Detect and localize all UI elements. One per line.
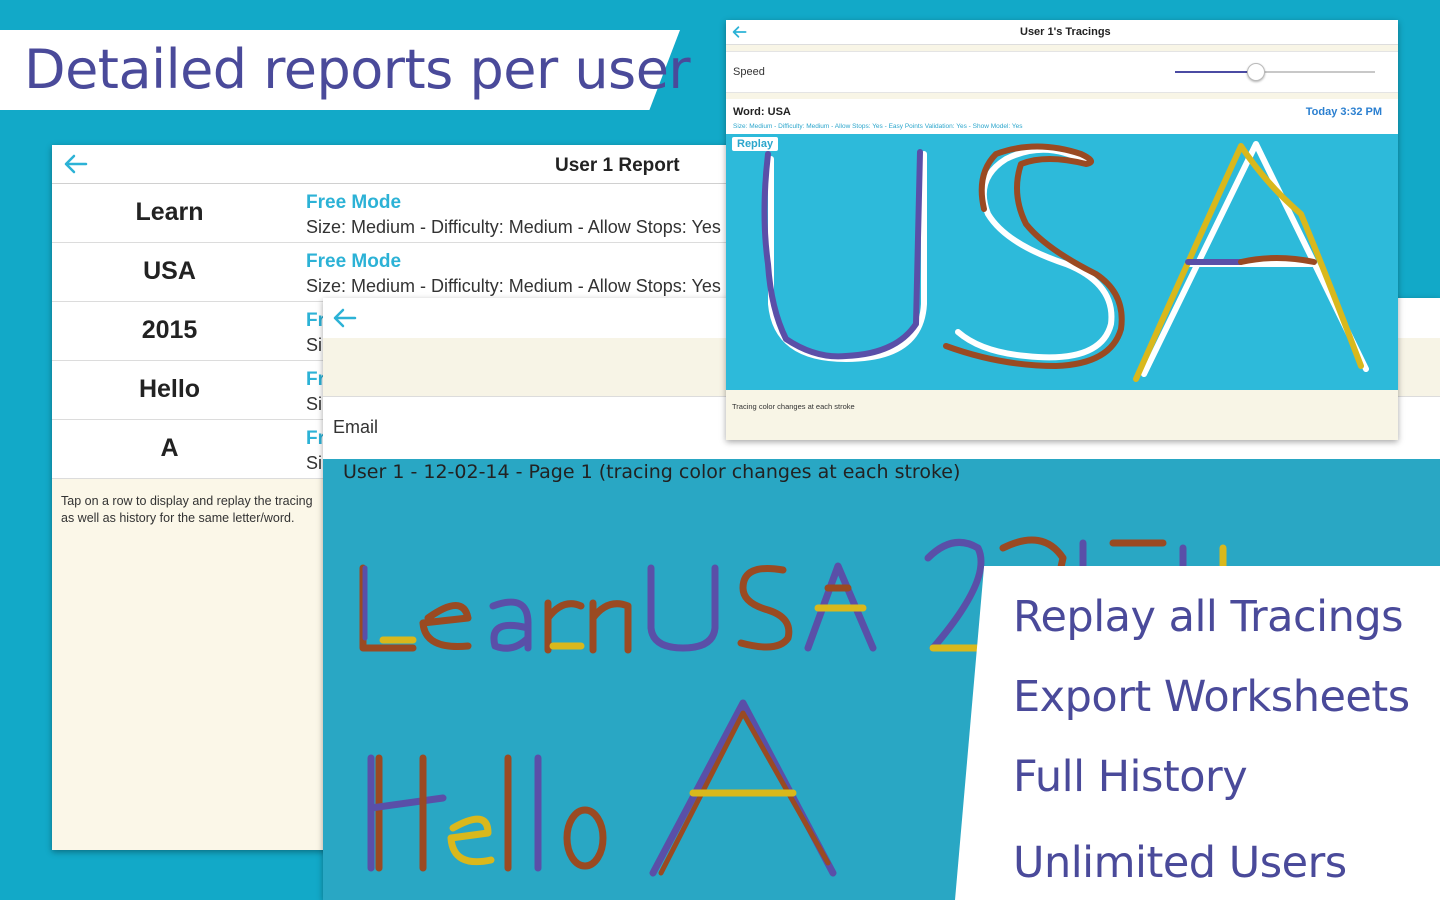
tracing-timestamp: Today 3:32 PM (1305, 106, 1382, 118)
row-settings: Si (306, 453, 323, 473)
back-arrow-icon[interactable] (730, 23, 748, 41)
speed-row: Speed (726, 51, 1398, 93)
back-arrow-icon[interactable] (60, 149, 90, 179)
row-word: A (160, 434, 179, 462)
tracings-title: User 1's Tracings (1020, 26, 1111, 38)
report-header: User 1 Report (52, 145, 772, 184)
row-word: Hello (138, 375, 201, 403)
speed-slider-fill (1175, 71, 1255, 73)
replay-button[interactable]: Replay (732, 137, 779, 151)
speed-slider-thumb[interactable] (1247, 63, 1265, 81)
tracing-word: Word: USA (733, 106, 791, 118)
report-help-note: Tap on a row to display and replay the t… (61, 494, 313, 525)
worksheet-caption: User 1 - 12-02-14 - Page 1 (tracing colo… (343, 461, 961, 483)
row-word: Learn (135, 198, 204, 226)
row-mode: Free Mode (306, 251, 402, 272)
row-word: USA (143, 257, 196, 285)
row-settings: Size: Medium - Difficulty: Medium - Allo… (306, 217, 721, 237)
banner-title: Detailed reports per user (24, 38, 691, 101)
row-word: 2015 (141, 316, 198, 344)
row-settings: Size: Medium - Difficulty: Medium - Allo… (306, 276, 721, 296)
feature-history: Full History (1013, 752, 1248, 802)
tracing-parameters: Size: Medium - Difficulty: Medium - Allo… (733, 123, 1023, 130)
tracings-header: User 1's Tracings (726, 20, 1398, 45)
email-label: Email (333, 417, 379, 437)
feature-replay: Replay all Tracings (1013, 592, 1404, 642)
feature-users: Unlimited Users (1013, 838, 1347, 888)
speed-label: Speed (733, 66, 765, 78)
report-row-learn[interactable]: Learn Free Mode Size: Medium - Difficult… (52, 184, 772, 243)
report-row-usa[interactable]: USA Free Mode Size: Medium - Difficulty:… (52, 243, 772, 302)
usa-tracing-drawing (761, 141, 1369, 382)
features-panel: Replay all Tracings Export Worksheets Fu… (955, 566, 1440, 900)
tracing-footnote: Tracing color changes at each stroke (732, 402, 855, 411)
report-title: User 1 Report (555, 155, 680, 176)
row-settings: Si (306, 335, 323, 355)
speed-slider[interactable] (1175, 63, 1375, 81)
tracing-replay-canvas: Replay (726, 134, 1398, 390)
user-tracings-panel: User 1's Tracings Speed Word: USA Today … (726, 20, 1398, 440)
feature-export: Export Worksheets (1013, 672, 1410, 722)
back-arrow-icon[interactable] (329, 303, 359, 333)
row-settings: Si (306, 394, 323, 414)
row-mode: Free Mode (306, 192, 402, 213)
